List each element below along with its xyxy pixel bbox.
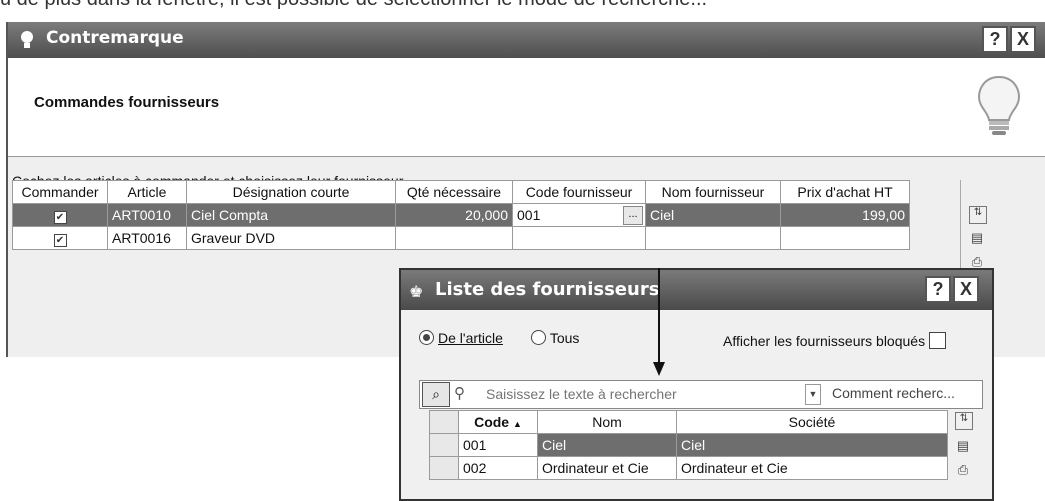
name-cell: Ciel xyxy=(537,433,677,457)
commander-cell[interactable]: ✔ xyxy=(12,203,108,227)
monitor-icon[interactable]: ▤ xyxy=(955,438,971,454)
lightbulb-icon xyxy=(977,75,1021,135)
column-header[interactable]: Société xyxy=(676,410,948,434)
column-header[interactable]: Prix d'achat HT xyxy=(780,180,910,204)
checkbox[interactable]: ✔ xyxy=(53,210,67,224)
designation-cell: Graveur DVD xyxy=(186,226,396,250)
supplier-name-cell: Ciel xyxy=(645,203,781,227)
table-row[interactable]: 002 Ordinateur et Cie Ordinateur et Cie xyxy=(429,456,948,480)
quantity-cell xyxy=(395,226,513,250)
commander-cell[interactable]: ✔ xyxy=(12,226,108,250)
table-settings-icon[interactable]: ⇅ xyxy=(969,206,987,224)
code-cell: 002 xyxy=(458,456,538,480)
search-bar: ⌕ ⚲ ▼ Comment recherc... xyxy=(419,380,983,409)
column-header[interactable]: Nom fournisseur xyxy=(645,180,781,204)
supplier-code-value[interactable]: 001 xyxy=(517,207,540,223)
column-header-label: Code xyxy=(474,414,510,430)
article-cell: ART0016 xyxy=(107,226,187,250)
source-radio-group: De l'article Tous xyxy=(419,330,579,346)
dialog-titlebar: ♚ Liste des fournisseurs ? X xyxy=(401,270,992,310)
dialog-title: Liste des fournisseurs xyxy=(435,279,660,300)
column-header[interactable]: Article xyxy=(107,180,187,204)
search-icon[interactable]: ⌕ xyxy=(422,382,450,407)
row-selector[interactable] xyxy=(429,433,459,457)
table-row[interactable]: ✔ ART0010 Ciel Compta 20,000 001 ... Cie… xyxy=(12,203,910,227)
table-row[interactable]: ✔ ART0016 Graveur DVD xyxy=(12,226,910,250)
code-cell: 001 xyxy=(458,433,538,457)
company-cell: Ciel xyxy=(676,433,948,457)
supplier-code-cell[interactable]: 001 ... xyxy=(512,203,646,227)
quantity-cell: 20,000 xyxy=(395,203,513,227)
radio-de-larticle[interactable]: De l'article xyxy=(419,330,503,346)
close-button[interactable]: X xyxy=(953,276,979,303)
chevron-down-icon[interactable]: ▼ xyxy=(805,384,821,405)
supplier-table: Code ▲ Nom Société 001 Ciel Ciel 002 Ord… xyxy=(429,410,948,480)
show-blocked-label: Afficher les fournisseurs bloqués xyxy=(723,333,926,349)
sort-ascending-icon: ▲ xyxy=(512,419,522,429)
name-cell: Ordinateur et Cie xyxy=(537,456,677,480)
price-cell xyxy=(780,226,910,250)
column-header[interactable]: Code fournisseur xyxy=(512,180,646,204)
column-header[interactable]: Désignation courte xyxy=(186,180,396,204)
supplier-name-cell xyxy=(645,226,781,250)
article-cell: ART0010 xyxy=(107,203,187,227)
radio-button[interactable] xyxy=(530,330,546,345)
monitor-icon[interactable]: ▤ xyxy=(969,230,985,246)
table-row[interactable]: 001 Ciel Ciel xyxy=(429,433,948,457)
supplier-lookup-button[interactable]: ... xyxy=(623,206,643,225)
window-title: Contremarque xyxy=(46,28,184,48)
radio-tous[interactable]: Tous xyxy=(530,330,580,346)
close-button[interactable]: X xyxy=(1010,26,1036,53)
filter-icon[interactable]: ⚲ xyxy=(454,384,465,402)
checkbox[interactable]: ✔ xyxy=(53,233,67,247)
row-selector[interactable] xyxy=(429,456,459,480)
designation-cell: Ciel Compta xyxy=(186,203,396,227)
supplier-list-dialog: ♚ Liste des fournisseurs ? X De l'articl… xyxy=(399,268,994,501)
column-header[interactable]: Qté nécessaire xyxy=(395,180,513,204)
table-side-toolbar: ⇅ ▤ ⎙ xyxy=(949,410,979,500)
radio-button[interactable] xyxy=(419,330,434,345)
radio-label: De l'article xyxy=(438,330,503,346)
row-selector-header xyxy=(429,410,459,434)
document-text: u de plus dans la fenêtre, il est possib… xyxy=(0,0,707,11)
help-button[interactable]: ? xyxy=(925,276,951,303)
annotation-arrow xyxy=(653,268,665,376)
window-header: Commandes fournisseurs xyxy=(8,58,1045,157)
table-header-row: Commander Article Désignation courte Qté… xyxy=(12,180,910,204)
column-header[interactable]: Nom xyxy=(537,410,677,434)
document-text-strip: u de plus dans la fenêtre, il est possib… xyxy=(0,0,1045,22)
search-input[interactable] xyxy=(482,382,810,405)
table-header-row: Code ▲ Nom Société xyxy=(429,410,948,434)
window-titlebar: Contremarque ? X xyxy=(8,22,1045,58)
column-header[interactable]: Code ▲ xyxy=(458,410,538,434)
page-title: Commandes fournisseurs xyxy=(34,94,220,111)
lightbulb-icon xyxy=(21,31,33,48)
search-mode-button[interactable]: Comment recherc... xyxy=(832,385,955,401)
printer-icon[interactable]: ⎙ xyxy=(955,462,971,478)
order-table: Commander Article Désignation courte Qté… xyxy=(12,180,910,250)
supplier-code-cell[interactable] xyxy=(512,226,646,250)
column-header[interactable]: Commander xyxy=(12,180,108,204)
show-blocked-checkbox[interactable] xyxy=(929,332,947,349)
show-blocked-option[interactable]: Afficher les fournisseurs bloqués xyxy=(723,332,947,349)
company-cell: Ordinateur et Cie xyxy=(676,456,948,480)
help-button[interactable]: ? xyxy=(982,26,1008,53)
supplier-list-icon: ♚ xyxy=(409,284,424,301)
table-settings-icon[interactable]: ⇅ xyxy=(955,412,973,430)
radio-label: Tous xyxy=(549,330,580,346)
price-cell: 199,00 xyxy=(780,203,910,227)
